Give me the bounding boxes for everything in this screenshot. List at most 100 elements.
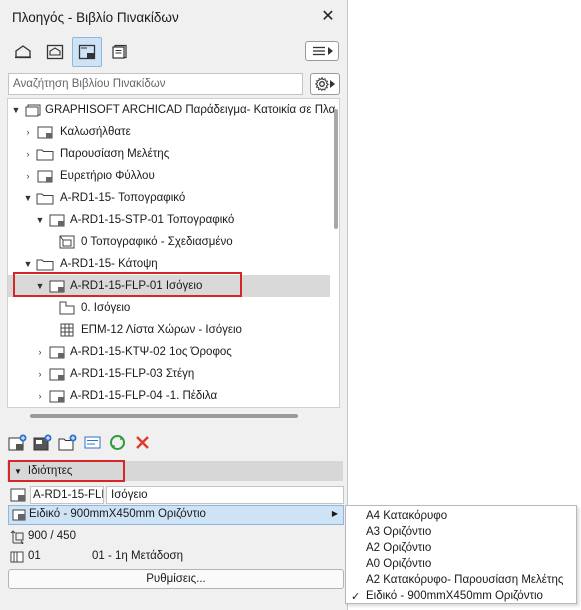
- layout-book-tree[interactable]: ▼ GRAPHISOFT ARCHICAD Παράδειγμα- Κατοικ…: [7, 98, 340, 408]
- layout-book-button[interactable]: [72, 37, 102, 67]
- chevron-down-icon[interactable]: ▼: [22, 187, 34, 209]
- tree-item[interactable]: › Παρουσίαση Μελέτης: [8, 143, 330, 165]
- callout-highlight-properties: [8, 460, 125, 482]
- layout-icon: [48, 388, 66, 404]
- size-menu-item-label: A3 Οριζόντιο: [366, 526, 432, 538]
- delete-button[interactable]: [133, 433, 152, 452]
- tree-item[interactable]: › A-RD1-15-ΚΤΨ-02 1ος Όροφος: [8, 341, 330, 363]
- size-dropdown-menu: A4 Κατακόρυφο A3 Οριζόντιο A2 Οριζόντιο …: [345, 505, 577, 604]
- layout-properties-icon: [84, 436, 101, 448]
- layout-icon: [36, 168, 54, 184]
- search-settings-button[interactable]: [310, 73, 340, 95]
- checkmark-icon: ✓: [351, 590, 361, 603]
- schedule-icon: [58, 322, 76, 338]
- tree-item-label: Παρουσίαση Μελέτης: [60, 148, 170, 160]
- tree-item-label: ΕΠΜ-12 Λίστα Χώρων - Ισόγειο: [81, 324, 242, 336]
- new-subset-button[interactable]: [58, 433, 77, 452]
- size-menu-item-label: A2 Κατακόρυφο- Παρουσίαση Μελέτης: [366, 574, 564, 586]
- layout-size-select[interactable]: Ειδικό - 900mmX450mm Οριζόντιο ▶: [8, 505, 344, 525]
- publisher-sets-button[interactable]: [104, 37, 134, 67]
- search-input[interactable]: [8, 73, 303, 95]
- project-map-icon: [15, 45, 31, 59]
- options-menu-button[interactable]: [305, 41, 339, 61]
- tree-item-label: Καλωσήλθατε: [60, 126, 131, 138]
- size-menu-item[interactable]: A3 Οριζόντιο: [346, 524, 578, 540]
- paper-size-icon: [12, 509, 26, 521]
- project-map-button[interactable]: [8, 37, 38, 67]
- chevron-right-icon[interactable]: ›: [22, 143, 34, 165]
- tree-item-label: A-RD1-15-ΚΤΨ-02 1ος Όροφος: [70, 346, 232, 358]
- triangle-right-icon: [327, 47, 333, 55]
- new-layout-button[interactable]: [8, 433, 27, 452]
- tree-item-label: A-RD1-15- Κάτοψη: [60, 258, 158, 270]
- tree-item-label: A-RD1-15-FLP-04 -1. Πέδιλα: [70, 390, 218, 402]
- layout-size-value: Ειδικό - 900mmX450mm Οριζόντιο: [29, 508, 206, 520]
- id-name-row: A-RD1-15-FLP-01 Ισόγειο: [8, 485, 344, 505]
- tree-item-label: Ευρετήριο Φύλλου: [60, 170, 155, 182]
- layout-icon: [36, 124, 54, 140]
- horizontal-scrollbar[interactable]: [30, 414, 298, 418]
- chevron-right-icon[interactable]: ›: [34, 385, 46, 407]
- view-map-button[interactable]: [40, 37, 70, 67]
- chevron-down-icon[interactable]: ▼: [10, 99, 22, 121]
- new-master-layout-icon: [33, 434, 52, 450]
- layout-icon: [48, 344, 66, 360]
- vertical-scrollbar[interactable]: [334, 109, 338, 229]
- tree-item-label: A-RD1-15-FLP-03 Στέγη: [70, 368, 195, 380]
- new-subset-icon: [58, 434, 77, 450]
- window-title: Πλοηγός - Βιβλίο Πινακίδων: [12, 9, 179, 25]
- update-button[interactable]: [108, 433, 127, 452]
- layout-id-icon: [10, 488, 26, 502]
- size-menu-item[interactable]: A0 Οριζόντιο: [346, 556, 578, 572]
- size-menu-item-label: A0 Οριζόντιο: [366, 558, 432, 570]
- layout-properties-button[interactable]: [83, 433, 102, 452]
- tree-item-label: A-RD1-15-STP-01 Τοπογραφικό: [70, 214, 235, 226]
- new-master-layout-button[interactable]: [33, 433, 52, 452]
- size-menu-item[interactable]: A4 Κατακόρυφο: [346, 508, 578, 524]
- chevron-down-icon[interactable]: ▼: [34, 209, 46, 231]
- floor-plan-drawing-icon: [58, 300, 76, 316]
- layout-id-field[interactable]: A-RD1-15-FLP-01: [30, 486, 104, 504]
- folder-icon: [36, 190, 54, 206]
- layout-dimensions: 900 / 450: [28, 530, 76, 542]
- size-menu-item[interactable]: A2 Οριζόντιο: [346, 540, 578, 556]
- view-map-icon: [46, 44, 64, 60]
- tree-item[interactable]: ▼ A-RD1-15- Τοπογραφικό: [8, 187, 330, 209]
- tree-item[interactable]: ΕΠΜ-12 Λίστα Χώρων - Ισόγειο: [8, 319, 330, 341]
- tree-item[interactable]: 0. Ισόγειο: [8, 297, 330, 319]
- book-icon: [24, 102, 42, 118]
- tree-item-label: A-RD1-15- Τοπογραφικό: [60, 192, 186, 204]
- chevron-right-icon[interactable]: ›: [34, 341, 46, 363]
- tree-item-root[interactable]: ▼ GRAPHISOFT ARCHICAD Παράδειγμα- Κατοικ…: [8, 99, 335, 121]
- chevron-right-icon[interactable]: ›: [22, 165, 34, 187]
- chevron-right-icon[interactable]: ›: [22, 121, 34, 143]
- navigator-mode-bar: [8, 37, 134, 67]
- revision-icon: [10, 551, 24, 563]
- triangle-right-icon: [330, 80, 335, 88]
- action-toolbar: [8, 430, 152, 454]
- tree-item[interactable]: 0 Τοπογραφικό - Σχεδιασμένο: [8, 231, 330, 253]
- layout-name-field[interactable]: Ισόγειο: [106, 486, 344, 504]
- tree-item[interactable]: › Καλωσήλθατε: [8, 121, 330, 143]
- tree-item-label: 0. Ισόγειο: [81, 302, 131, 314]
- size-menu-item-label: A2 Οριζόντιο: [366, 542, 432, 554]
- tree-item[interactable]: › A-RD1-15-FLP-03 Στέγη: [8, 363, 330, 385]
- search-row: [8, 73, 340, 95]
- revision-row: 01 01 - 1η Μετάδοση: [8, 547, 344, 567]
- close-icon[interactable]: ✕: [318, 7, 338, 27]
- size-menu-item[interactable]: A2 Κατακόρυφο- Παρουσίαση Μελέτης: [346, 572, 578, 588]
- hamburger-menu-icon: [312, 46, 325, 56]
- drawing-icon: [58, 234, 76, 250]
- size-menu-item-checked[interactable]: ✓ Ειδικό - 900mmX450mm Οριζόντιο: [346, 588, 578, 604]
- dimensions-row: 900 / 450: [8, 527, 344, 547]
- new-layout-icon: [8, 434, 27, 450]
- publisher-sets-icon: [112, 44, 127, 59]
- chevron-right-icon[interactable]: ›: [34, 363, 46, 385]
- layout-icon: [48, 212, 66, 228]
- layout-icon: [48, 366, 66, 382]
- tree-item[interactable]: › A-RD1-15-FLP-04 -1. Πέδιλα: [8, 385, 330, 407]
- tree-item[interactable]: ▼ A-RD1-15-STP-01 Τοπογραφικό: [8, 209, 330, 231]
- settings-button[interactable]: Ρυθμίσεις...: [8, 569, 344, 589]
- revision-description: 01 - 1η Μετάδοση: [92, 550, 184, 562]
- tree-item[interactable]: › Ευρετήριο Φύλλου: [8, 165, 330, 187]
